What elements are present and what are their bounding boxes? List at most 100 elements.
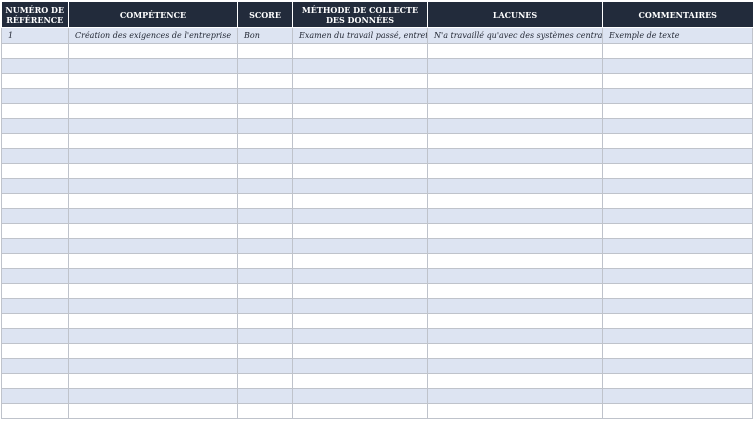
- cell-data-collection-method[interactable]: [292, 253, 428, 269]
- cell-score[interactable]: [237, 133, 293, 149]
- cell-gaps[interactable]: [427, 298, 603, 314]
- cell-comments[interactable]: [602, 133, 753, 149]
- cell-gaps[interactable]: [427, 178, 603, 194]
- cell-comments[interactable]: [602, 373, 753, 389]
- cell-data-collection-method[interactable]: Examen du travail passé, entretien: [292, 27, 428, 44]
- cell-data-collection-method[interactable]: [292, 208, 428, 224]
- cell-gaps[interactable]: [427, 373, 603, 389]
- cell-data-collection-method[interactable]: [292, 73, 428, 89]
- cell-competence[interactable]: [68, 388, 238, 404]
- cell-reference-number[interactable]: [1, 298, 69, 314]
- cell-reference-number[interactable]: 1: [1, 27, 69, 44]
- cell-comments[interactable]: [602, 193, 753, 209]
- cell-gaps[interactable]: [427, 343, 603, 359]
- cell-data-collection-method[interactable]: [292, 223, 428, 239]
- cell-score[interactable]: [237, 73, 293, 89]
- cell-gaps[interactable]: [427, 118, 603, 134]
- cell-gaps[interactable]: [427, 238, 603, 254]
- cell-data-collection-method[interactable]: [292, 373, 428, 389]
- cell-score[interactable]: [237, 403, 293, 419]
- cell-reference-number[interactable]: [1, 133, 69, 149]
- cell-comments[interactable]: [602, 268, 753, 284]
- cell-data-collection-method[interactable]: [292, 328, 428, 344]
- cell-gaps[interactable]: [427, 208, 603, 224]
- cell-comments[interactable]: [602, 118, 753, 134]
- cell-score[interactable]: [237, 313, 293, 329]
- cell-gaps[interactable]: [427, 328, 603, 344]
- cell-reference-number[interactable]: [1, 103, 69, 119]
- cell-comments[interactable]: [602, 283, 753, 299]
- cell-comments[interactable]: [602, 253, 753, 269]
- cell-score[interactable]: [237, 343, 293, 359]
- cell-reference-number[interactable]: [1, 268, 69, 284]
- cell-gaps[interactable]: [427, 388, 603, 404]
- cell-data-collection-method[interactable]: [292, 133, 428, 149]
- cell-competence[interactable]: [68, 88, 238, 104]
- cell-comments[interactable]: [602, 313, 753, 329]
- cell-reference-number[interactable]: [1, 118, 69, 134]
- cell-reference-number[interactable]: [1, 238, 69, 254]
- cell-score[interactable]: [237, 298, 293, 314]
- cell-score[interactable]: [237, 193, 293, 209]
- cell-reference-number[interactable]: [1, 178, 69, 194]
- cell-data-collection-method[interactable]: [292, 193, 428, 209]
- cell-score[interactable]: [237, 373, 293, 389]
- cell-comments[interactable]: [602, 58, 753, 74]
- cell-competence[interactable]: [68, 313, 238, 329]
- cell-gaps[interactable]: [427, 73, 603, 89]
- cell-competence[interactable]: [68, 178, 238, 194]
- cell-reference-number[interactable]: [1, 58, 69, 74]
- cell-data-collection-method[interactable]: [292, 178, 428, 194]
- cell-competence[interactable]: [68, 148, 238, 164]
- cell-competence[interactable]: [68, 73, 238, 89]
- cell-gaps[interactable]: [427, 133, 603, 149]
- cell-competence[interactable]: [68, 403, 238, 419]
- cell-gaps[interactable]: [427, 283, 603, 299]
- cell-score[interactable]: [237, 268, 293, 284]
- cell-gaps[interactable]: [427, 43, 603, 59]
- cell-reference-number[interactable]: [1, 88, 69, 104]
- cell-competence[interactable]: [68, 253, 238, 269]
- cell-competence[interactable]: [68, 298, 238, 314]
- cell-data-collection-method[interactable]: [292, 268, 428, 284]
- cell-competence[interactable]: [68, 373, 238, 389]
- cell-competence[interactable]: [68, 328, 238, 344]
- cell-competence[interactable]: [68, 358, 238, 374]
- cell-gaps[interactable]: N'a travaillé qu'avec des systèmes centr…: [427, 27, 603, 44]
- cell-comments[interactable]: [602, 328, 753, 344]
- cell-gaps[interactable]: [427, 193, 603, 209]
- cell-competence[interactable]: [68, 118, 238, 134]
- cell-comments[interactable]: [602, 208, 753, 224]
- cell-comments[interactable]: [602, 43, 753, 59]
- cell-reference-number[interactable]: [1, 358, 69, 374]
- cell-gaps[interactable]: [427, 88, 603, 104]
- cell-data-collection-method[interactable]: [292, 88, 428, 104]
- cell-reference-number[interactable]: [1, 43, 69, 59]
- cell-competence[interactable]: [68, 103, 238, 119]
- cell-reference-number[interactable]: [1, 163, 69, 179]
- cell-gaps[interactable]: [427, 313, 603, 329]
- cell-score[interactable]: Bon: [237, 27, 293, 44]
- cell-comments[interactable]: [602, 358, 753, 374]
- cell-gaps[interactable]: [427, 58, 603, 74]
- cell-data-collection-method[interactable]: [292, 103, 428, 119]
- cell-competence[interactable]: [68, 238, 238, 254]
- cell-data-collection-method[interactable]: [292, 313, 428, 329]
- cell-comments[interactable]: [602, 343, 753, 359]
- cell-score[interactable]: [237, 238, 293, 254]
- cell-comments[interactable]: [602, 403, 753, 419]
- cell-score[interactable]: [237, 103, 293, 119]
- cell-score[interactable]: [237, 163, 293, 179]
- cell-comments[interactable]: Exemple de texte: [602, 27, 753, 44]
- cell-score[interactable]: [237, 58, 293, 74]
- cell-gaps[interactable]: [427, 268, 603, 284]
- cell-competence[interactable]: [68, 193, 238, 209]
- cell-score[interactable]: [237, 88, 293, 104]
- cell-gaps[interactable]: [427, 148, 603, 164]
- cell-score[interactable]: [237, 388, 293, 404]
- cell-data-collection-method[interactable]: [292, 238, 428, 254]
- cell-gaps[interactable]: [427, 403, 603, 419]
- cell-data-collection-method[interactable]: [292, 118, 428, 134]
- cell-competence[interactable]: [68, 208, 238, 224]
- cell-comments[interactable]: [602, 388, 753, 404]
